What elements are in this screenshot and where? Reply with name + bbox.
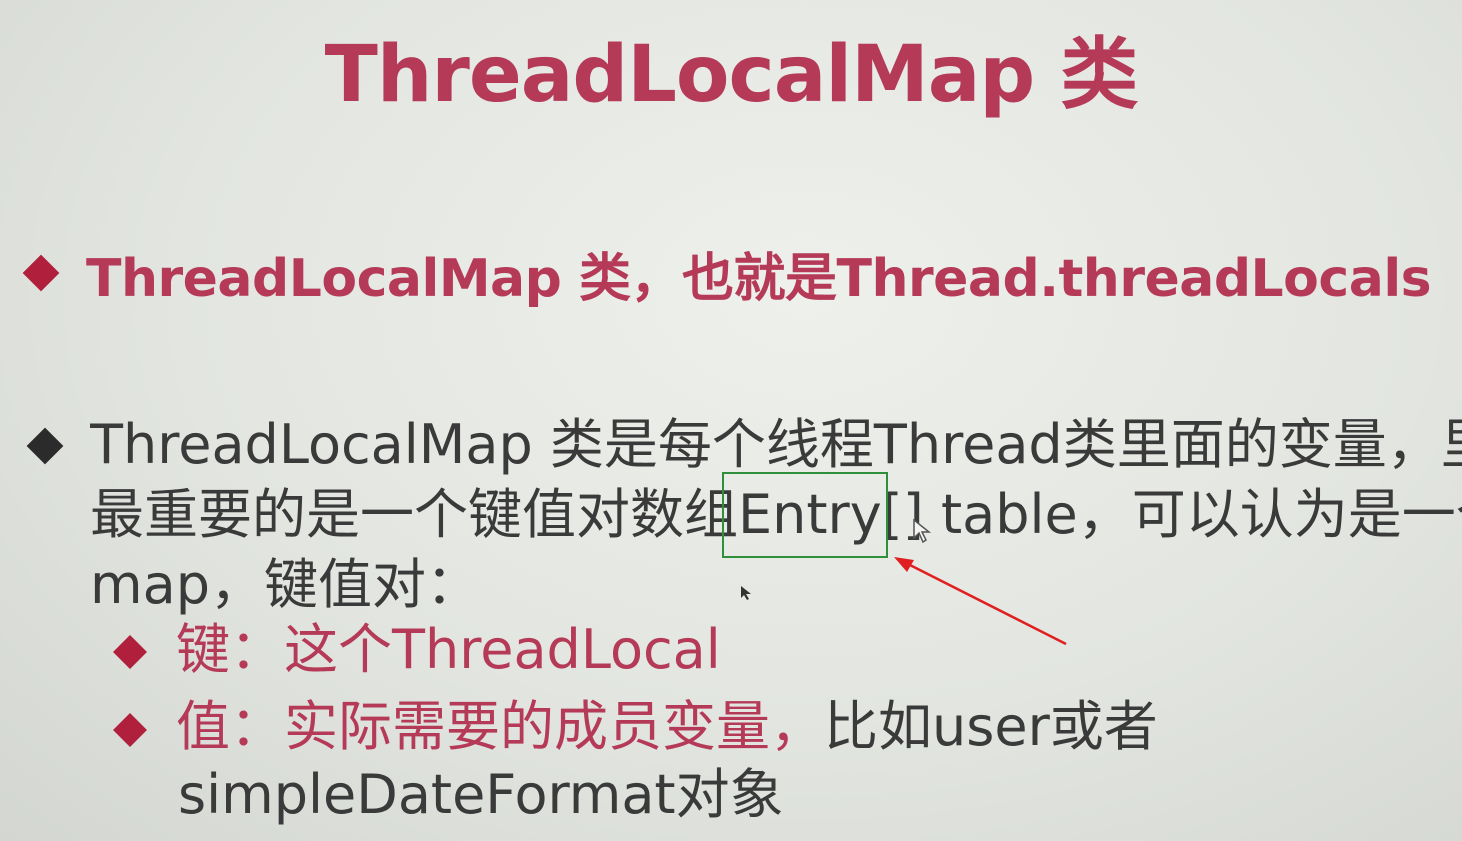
sub-bullet-diamond-icon — [113, 713, 147, 747]
sub-bullet-value: 值：实际需要的成员变量，比如user或者 — [176, 692, 1158, 762]
key-text: 键：这个ThreadLocal — [176, 618, 721, 681]
bullet-diamond-icon — [22, 254, 60, 292]
entry-highlight-box — [722, 472, 888, 558]
presentation-slide: ThreadLocalMap 类 ThreadLocalMap 类，也就是Thr… — [0, 0, 1462, 841]
bullet-threadlocalmap-intro: ThreadLocalMap 类，也就是Thread.threadLocals — [86, 249, 1432, 309]
small-cursor-icon — [740, 582, 752, 607]
red-arrow-icon — [894, 557, 1067, 646]
bullet-diamond-icon — [26, 427, 64, 465]
sub-bullet-value-line2: simpleDateFormat对象 — [178, 763, 784, 826]
description-line-3: map，键值对： — [90, 553, 480, 616]
value-example-text: 比如user或者 — [824, 695, 1158, 758]
mouse-pointer-icon — [912, 518, 932, 550]
description-line-1: ThreadLocalMap 类是每个线程Thread类里面的变量，里面 — [90, 413, 1462, 476]
value-text: 值：实际需要的成员变量， — [176, 695, 824, 758]
sub-bullet-key: 键：这个ThreadLocal — [176, 615, 721, 685]
slide-title: ThreadLocalMap 类 — [324, 30, 1139, 120]
sub-bullet-diamond-icon — [113, 635, 147, 669]
